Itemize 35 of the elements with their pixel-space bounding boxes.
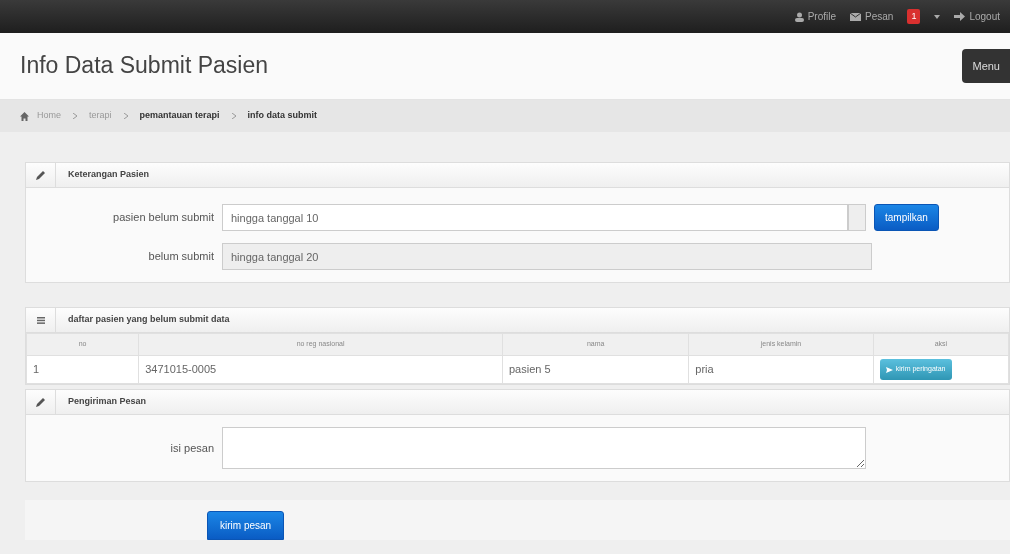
- menu-button[interactable]: Menu: [962, 48, 1010, 84]
- user-icon: [794, 11, 804, 22]
- table-cell: 3471015-0005: [138, 355, 503, 384]
- home-icon: [20, 111, 29, 121]
- send-message-button[interactable]: kirim pesan: [207, 511, 285, 540]
- text-field[interactable]: hingga tanggal 10: [222, 204, 848, 231]
- nav-link[interactable]: Logout: [954, 9, 1000, 24]
- page-title: Info Data Submit Pasien: [20, 52, 269, 80]
- send-icon: [885, 366, 893, 373]
- nav-link[interactable]: Profile: [794, 9, 837, 24]
- chevron-icon: [123, 113, 128, 119]
- show-button[interactable]: tampilkan: [874, 204, 939, 231]
- panel-title: daftar pasien yang belum submit data: [67, 313, 230, 327]
- panel-title: Pengiriman Pesan: [67, 395, 147, 409]
- breadcrumb-link[interactable]: pemantauan terapi: [139, 109, 220, 123]
- table-cell: pasien 5: [502, 355, 689, 384]
- field-label: isi pesan: [169, 440, 215, 456]
- field-label: belum submit: [147, 249, 215, 265]
- caret-icon: [934, 14, 941, 19]
- input-addon: [848, 204, 866, 231]
- notification-count: 1: [907, 8, 921, 25]
- message-textarea[interactable]: [222, 427, 866, 469]
- table-cell: pria: [688, 355, 874, 384]
- pencil-icon: [36, 397, 45, 407]
- breadcrumb-link[interactable]: info data submit: [247, 109, 318, 123]
- table-cell: 1: [26, 355, 139, 384]
- chevron-icon: [73, 113, 77, 119]
- logout-arrow-icon: [954, 12, 966, 21]
- nav-link[interactable]: Pesan: [850, 9, 894, 24]
- list-icon: [36, 316, 45, 324]
- chevron-icon: [231, 113, 236, 119]
- field-label: pasien belum submit: [112, 210, 215, 226]
- panel-title: Keterangan Pasien: [67, 168, 150, 182]
- pencil-icon: [36, 170, 45, 180]
- envelope-icon: [850, 12, 862, 21]
